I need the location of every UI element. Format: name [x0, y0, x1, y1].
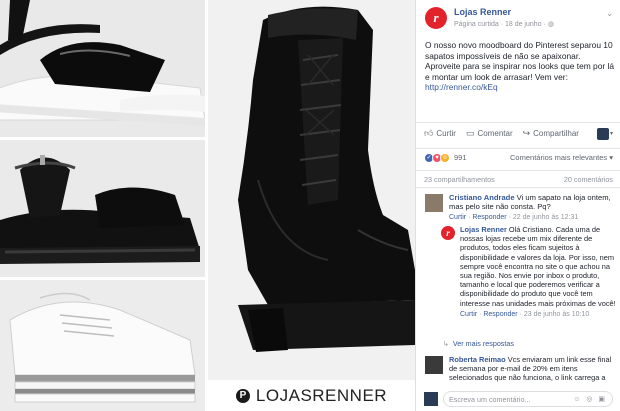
more-replies-label: Ver mais respostas: [452, 339, 514, 348]
reply-like-link[interactable]: Curtir: [460, 311, 477, 318]
comment-button[interactable]: ▭ Comentar: [466, 128, 513, 139]
share-label: Compartilhar: [533, 129, 579, 138]
reactions-bar: ✓ ♥ o 991 Comentários mais relevantes ▾: [416, 148, 620, 166]
thumbs-up-icon: 👍︎: [424, 128, 434, 138]
globe-icon: ◍: [547, 21, 554, 28]
white-platform-sandal-image: [0, 0, 205, 126]
photo-white-platform-sneaker[interactable]: [0, 280, 205, 411]
write-comment-bar: Escreva um comentário... ☺ ◎ ▣: [416, 387, 620, 411]
page-avatar[interactable]: r: [425, 7, 447, 29]
page-reply-avatar[interactable]: r: [441, 226, 455, 240]
black-lace-up-boot-image: [238, 6, 415, 352]
comment-input[interactable]: Escreva um comentário... ☺ ◎ ▣: [443, 391, 613, 407]
share-comment-counts: 23 compartilhamentos 20 comentários: [416, 170, 620, 188]
sort-label: Comentários mais relevantes: [510, 153, 608, 162]
reply-arrow-icon: ↳: [443, 340, 449, 348]
more-replies-link[interactable]: ↳ Ver mais respostas: [443, 339, 514, 348]
pinterest-icon: P: [235, 388, 250, 403]
user-avatar: [424, 392, 438, 406]
photo-white-platform-sandal[interactable]: [0, 0, 205, 137]
post-actions: 👍︎ Curtir ▭ Comentar ↪ Compartilhar ▾: [416, 122, 620, 144]
share-arrow-icon: ↪: [522, 128, 531, 138]
comment: Cristiano Andrade Vi um sapato na loja o…: [425, 193, 615, 223]
commenter-avatar[interactable]: [425, 356, 443, 374]
white-platform-sneaker-image: [9, 292, 196, 403]
post-meta: Página curtida · 18 de junho · ◍: [454, 20, 554, 28]
comments-count[interactable]: 20 comentários: [564, 175, 613, 184]
post-body: O nosso novo moodboard do Pinterest sepa…: [425, 40, 615, 82]
chevron-down-icon[interactable]: ⌄: [606, 9, 613, 18]
comment-sort-dropdown[interactable]: Comentários mais relevantes ▾: [510, 153, 613, 162]
share-button[interactable]: ↪ Compartilhar: [523, 128, 579, 139]
comment-time[interactable]: · 22 de junho às 12:31: [509, 214, 579, 221]
reply-time[interactable]: · 23 de junho às 10:10: [520, 311, 590, 318]
page-name-link[interactable]: Lojas Renner: [454, 7, 511, 17]
caret-down-icon: ▾: [609, 153, 613, 162]
post-header: r Lojas Renner Página curtida · 18 de ju…: [425, 5, 615, 35]
comment-reply: r Lojas Renner Olá Cristiano. Cada uma d…: [441, 225, 617, 319]
post-text: O nosso novo moodboard do Pinterest sepa…: [425, 40, 615, 93]
speech-bubble-icon: ▭: [465, 128, 475, 138]
commenter-name[interactable]: Roberta Reimao: [449, 355, 506, 364]
comment-label: Comentar: [477, 129, 513, 138]
watermark-text: LOJASRENNER: [255, 385, 388, 405]
comment-reply-link[interactable]: Responder: [472, 214, 506, 221]
comment-meta: Curtir · Responder · 22 de junho às 12:3…: [449, 214, 579, 222]
like-label: Curtir: [436, 129, 456, 138]
commenter-name[interactable]: Cristiano Andrade: [449, 193, 515, 202]
reply-text: Olá Cristiano. Cada uma de nossas lojas …: [460, 225, 616, 308]
comment: Roberta Reimao Vcs enviaram um link esse…: [425, 355, 615, 383]
photo-collage[interactable]: P LOJASRENNER: [0, 0, 415, 411]
post-as-selector[interactable]: ▾: [596, 127, 613, 140]
emoji-camera-gif-icons[interactable]: ☺ ◎ ▣: [573, 395, 607, 403]
user-avatar: [596, 127, 609, 140]
post-meta-text: Página curtida · 18 de junho ·: [454, 21, 546, 28]
photo-black-platform-sandal[interactable]: [0, 140, 205, 277]
reactions-count[interactable]: 991: [454, 153, 467, 162]
reply-author-name[interactable]: Lojas Renner: [460, 225, 507, 234]
commenter-avatar[interactable]: [425, 194, 443, 212]
pinterest-watermark: P LOJASRENNER: [208, 380, 415, 411]
reply-reply-link[interactable]: Responder: [483, 311, 517, 318]
comment-like-link[interactable]: Curtir: [449, 214, 466, 221]
photo-black-lace-up-boot[interactable]: [208, 0, 415, 380]
facebook-post-panel: r Lojas Renner Página curtida · 18 de ju…: [415, 0, 620, 411]
wow-reaction-icon[interactable]: o: [440, 152, 450, 163]
like-button[interactable]: 👍︎ Curtir: [424, 128, 456, 139]
black-platform-sandal-image: [0, 155, 200, 264]
caret-down-icon: ▾: [609, 131, 613, 137]
shares-count[interactable]: 23 compartilhamentos: [424, 175, 495, 184]
comment-input-placeholder: Escreva um comentário...: [449, 394, 531, 404]
post-link[interactable]: http://renner.co/kEq: [425, 82, 498, 92]
reply-meta: Curtir · Responder · 23 de junho às 10:1…: [460, 310, 590, 318]
